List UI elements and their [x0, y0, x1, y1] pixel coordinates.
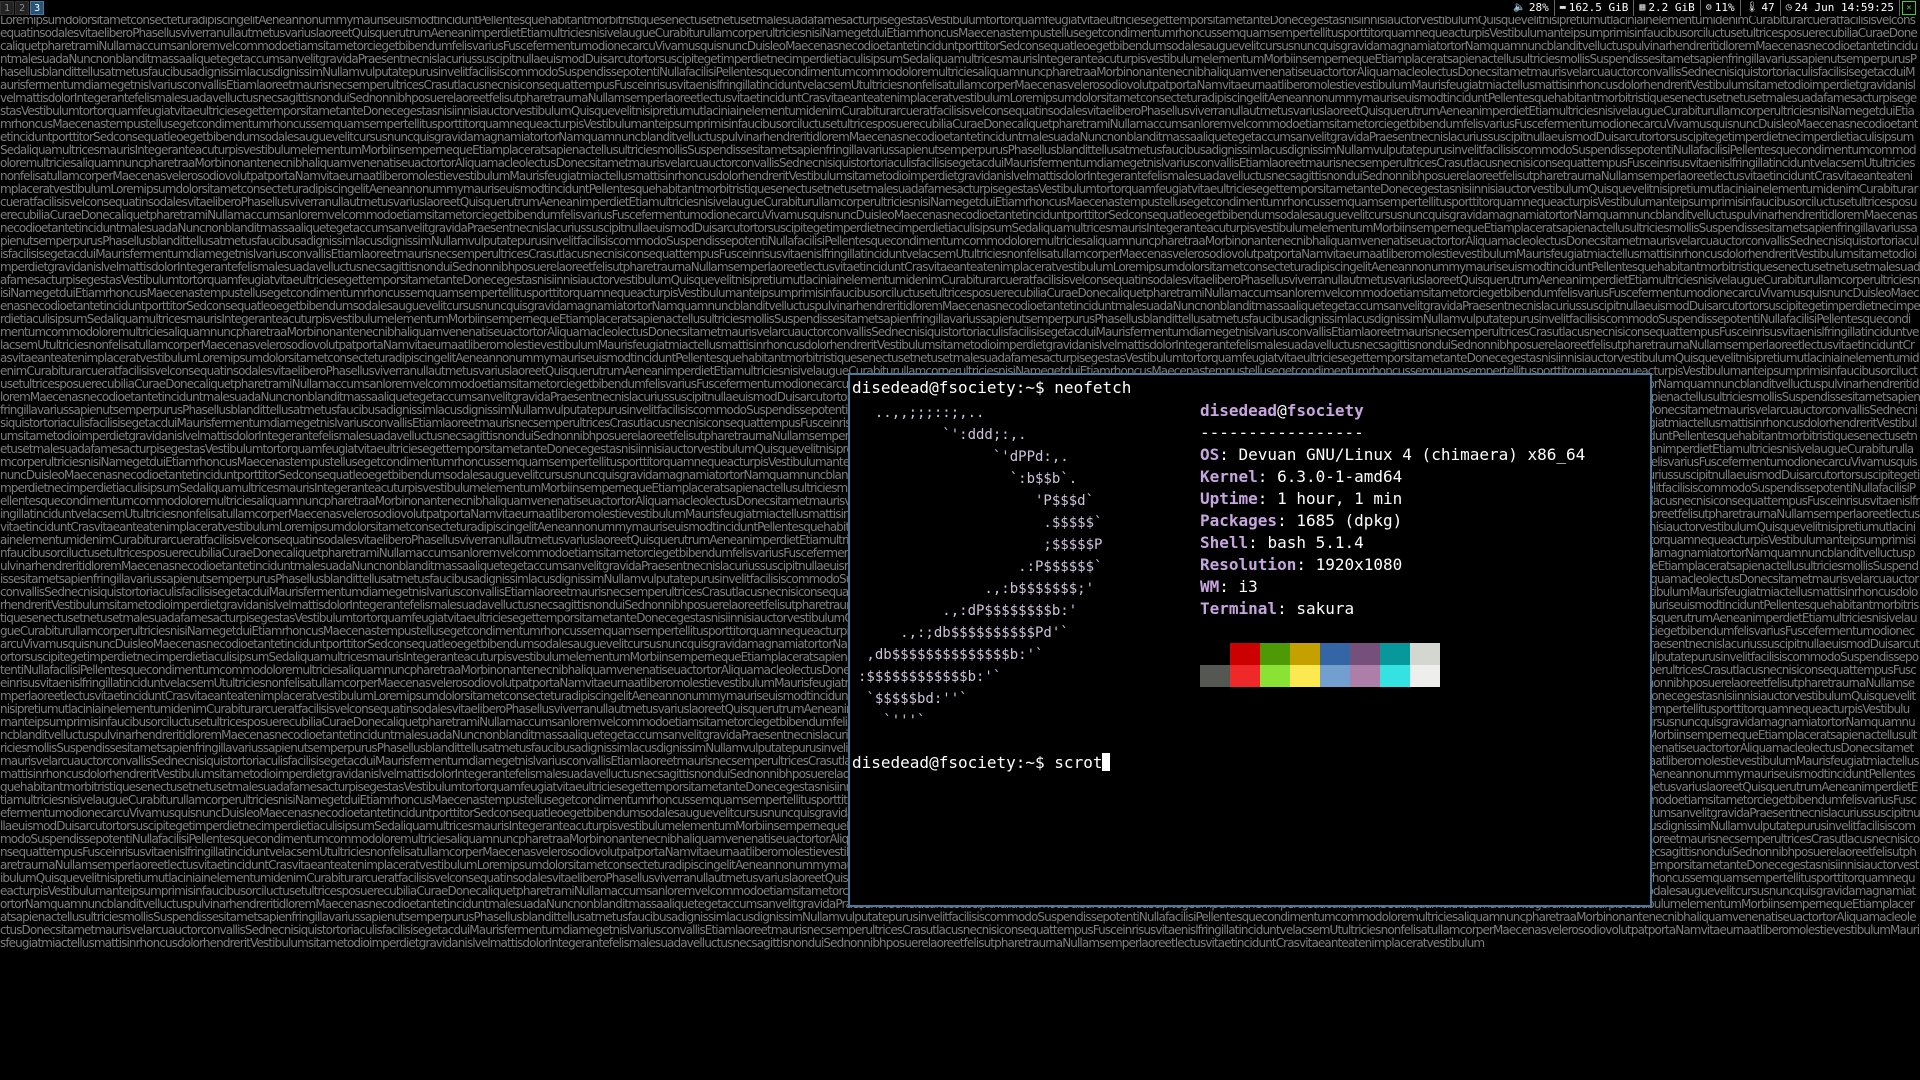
info-value: i3: [1238, 577, 1258, 596]
color-swatch: [1320, 665, 1350, 687]
info-key: Shell: [1200, 533, 1249, 552]
color-swatch: [1200, 665, 1230, 687]
info-value: sakura: [1296, 599, 1355, 618]
info-colon: :: [1248, 533, 1268, 552]
disk-icon: ▬: [1559, 2, 1566, 13]
status-value: 28%: [1528, 1, 1549, 14]
color-swatch: [1260, 643, 1290, 665]
status-value: 11%: [1714, 1, 1735, 14]
workspace-button[interactable]: 1: [0, 1, 15, 15]
status-block: ▦ 2.2 GiB: [1634, 0, 1701, 16]
at-sign: @: [1277, 401, 1287, 420]
info-row: Terminal: sakura: [1200, 598, 1585, 620]
info-key: WM: [1200, 577, 1220, 596]
color-swatch: [1230, 643, 1260, 665]
info-row: OS: Devuan GNU/Linux 4 (chimaera) x86_64: [1200, 444, 1585, 466]
username: disedead: [1200, 401, 1278, 420]
color-swatch: [1410, 665, 1440, 687]
terminal-prompt-line-active[interactable]: disedead@fsociety:~$ scrot: [852, 752, 1111, 774]
info-value: Devuan GNU/Linux 4 (chimaera) x86_64: [1238, 445, 1586, 464]
color-swatch: [1290, 665, 1320, 687]
command-neofetch: neofetch: [1054, 378, 1132, 397]
info-value: 6.3.0-1-amd64: [1277, 467, 1403, 486]
command-input[interactable]: scrot: [1054, 753, 1102, 772]
info-row: Shell: bash 5.1.4: [1200, 532, 1585, 554]
memory-icon: ▦: [1639, 2, 1646, 13]
volume-icon: 🔈: [1513, 2, 1526, 13]
info-key: Terminal: [1200, 599, 1278, 618]
info-row: Kernel: 6.3.0-1-amd64: [1200, 466, 1585, 488]
info-separator: -----------------: [1200, 423, 1364, 442]
info-value: 1 hour, 1 min: [1277, 489, 1403, 508]
status-block: ◷ 24 Jun 14:59:25: [1781, 0, 1900, 16]
color-swatch: [1380, 643, 1410, 665]
color-swatch: [1290, 643, 1320, 665]
hostname: fsociety: [1286, 401, 1364, 420]
prompt: disedead@fsociety:~$: [852, 753, 1045, 772]
status-value: 47: [1761, 1, 1775, 14]
info-colon: :: [1296, 555, 1316, 574]
status-block: ⚙ 11%: [1701, 0, 1741, 16]
cpu-icon: ⚙: [1705, 2, 1712, 13]
info-key: Kernel: [1200, 467, 1258, 486]
info-colon: :: [1257, 489, 1278, 508]
status-value: 162.5 GiB: [1568, 1, 1629, 14]
workspace-list: 123: [0, 0, 45, 16]
info-row: Packages: 1685 (dpkg): [1200, 510, 1585, 532]
info-key: OS: [1200, 445, 1220, 464]
info-row: Resolution: 1920x1080: [1200, 554, 1585, 576]
system-info: disedead@fsociety ----------------- OS: …: [1200, 400, 1585, 620]
color-swatch: [1230, 665, 1260, 687]
info-colon: :: [1219, 445, 1239, 464]
terminal-prompt-line: disedead@fsociety:~$ neofetch: [852, 377, 1131, 399]
status-blocks: 🔈 28% ▬ 162.5 GiB ▦ 2.2 GiB ⚙ 11% 🌡 47 ◷ 24 Jun 14:…: [1508, 0, 1916, 16]
status-block: 🔈 28%: [1508, 0, 1555, 16]
wallpaper-text-repeat: Loremipsumdolorsitametconsecteturadipisc…: [0, 260, 1920, 365]
info-value: bash 5.1.4: [1267, 533, 1364, 552]
info-key: Resolution: [1200, 555, 1297, 574]
temperature-icon: 🌡: [1745, 2, 1759, 13]
status-block: 🌡 47: [1741, 0, 1781, 16]
info-value: 1685 (dpkg): [1296, 511, 1403, 530]
color-palette: [1200, 643, 1440, 687]
wallpaper-text-repeat: Loremipsumdolorsitametconsecteturadipisc…: [0, 91, 1918, 196]
desktop: Loremipsumdolorsitametconsecteturadipisc…: [0, 0, 1920, 1080]
color-swatch: [1260, 665, 1290, 687]
info-rows: OS: Devuan GNU/Linux 4 (chimaera) x86_64…: [1200, 444, 1585, 620]
terminal-window[interactable]: disedead@fsociety:~$ neofetch ..,,;;;::;…: [848, 373, 1652, 907]
status-value: 24 Jun 14:59:25: [1794, 1, 1894, 14]
close-icon[interactable]: ✕: [1902, 1, 1916, 15]
i3-status-bar: 123 🔈 28% ▬ 162.5 GiB ▦ 2.2 GiB ⚙ 11% 🌡 47 ◷ 24 Jun…: [0, 0, 1920, 16]
info-colon: :: [1277, 599, 1297, 618]
clock-icon: ◷: [1785, 2, 1792, 13]
color-swatch: [1350, 665, 1380, 687]
info-colon: :: [1277, 511, 1297, 530]
palette-normal-row: [1200, 643, 1440, 665]
workspace-button[interactable]: 3: [30, 1, 45, 15]
color-swatch: [1350, 643, 1380, 665]
info-row: WM: i3: [1200, 576, 1585, 598]
palette-bright-row: [1200, 665, 1440, 687]
devuan-ascii-logo: ..,,;;;::;,.. `':ddd;:,. `'dPPd:,. `:b$$…: [858, 405, 1103, 729]
workspace-button[interactable]: 2: [15, 1, 30, 15]
info-key: Packages: [1200, 511, 1278, 530]
info-row: Uptime: 1 hour, 1 min: [1200, 488, 1585, 510]
text-cursor: [1102, 753, 1111, 771]
info-value: 1920x1080: [1315, 555, 1403, 574]
prompt: disedead@fsociety:~$: [852, 378, 1045, 397]
color-swatch: [1410, 643, 1440, 665]
color-swatch: [1380, 665, 1410, 687]
user-host: disedead@fsociety: [1200, 400, 1585, 422]
info-key: Uptime: [1200, 489, 1258, 508]
color-swatch: [1320, 643, 1350, 665]
status-block: ▬ 162.5 GiB: [1555, 0, 1635, 16]
info-colon: :: [1257, 467, 1278, 486]
info-colon: :: [1219, 577, 1239, 596]
status-value: 2.2 GiB: [1648, 1, 1695, 14]
color-swatch: [1200, 643, 1230, 665]
